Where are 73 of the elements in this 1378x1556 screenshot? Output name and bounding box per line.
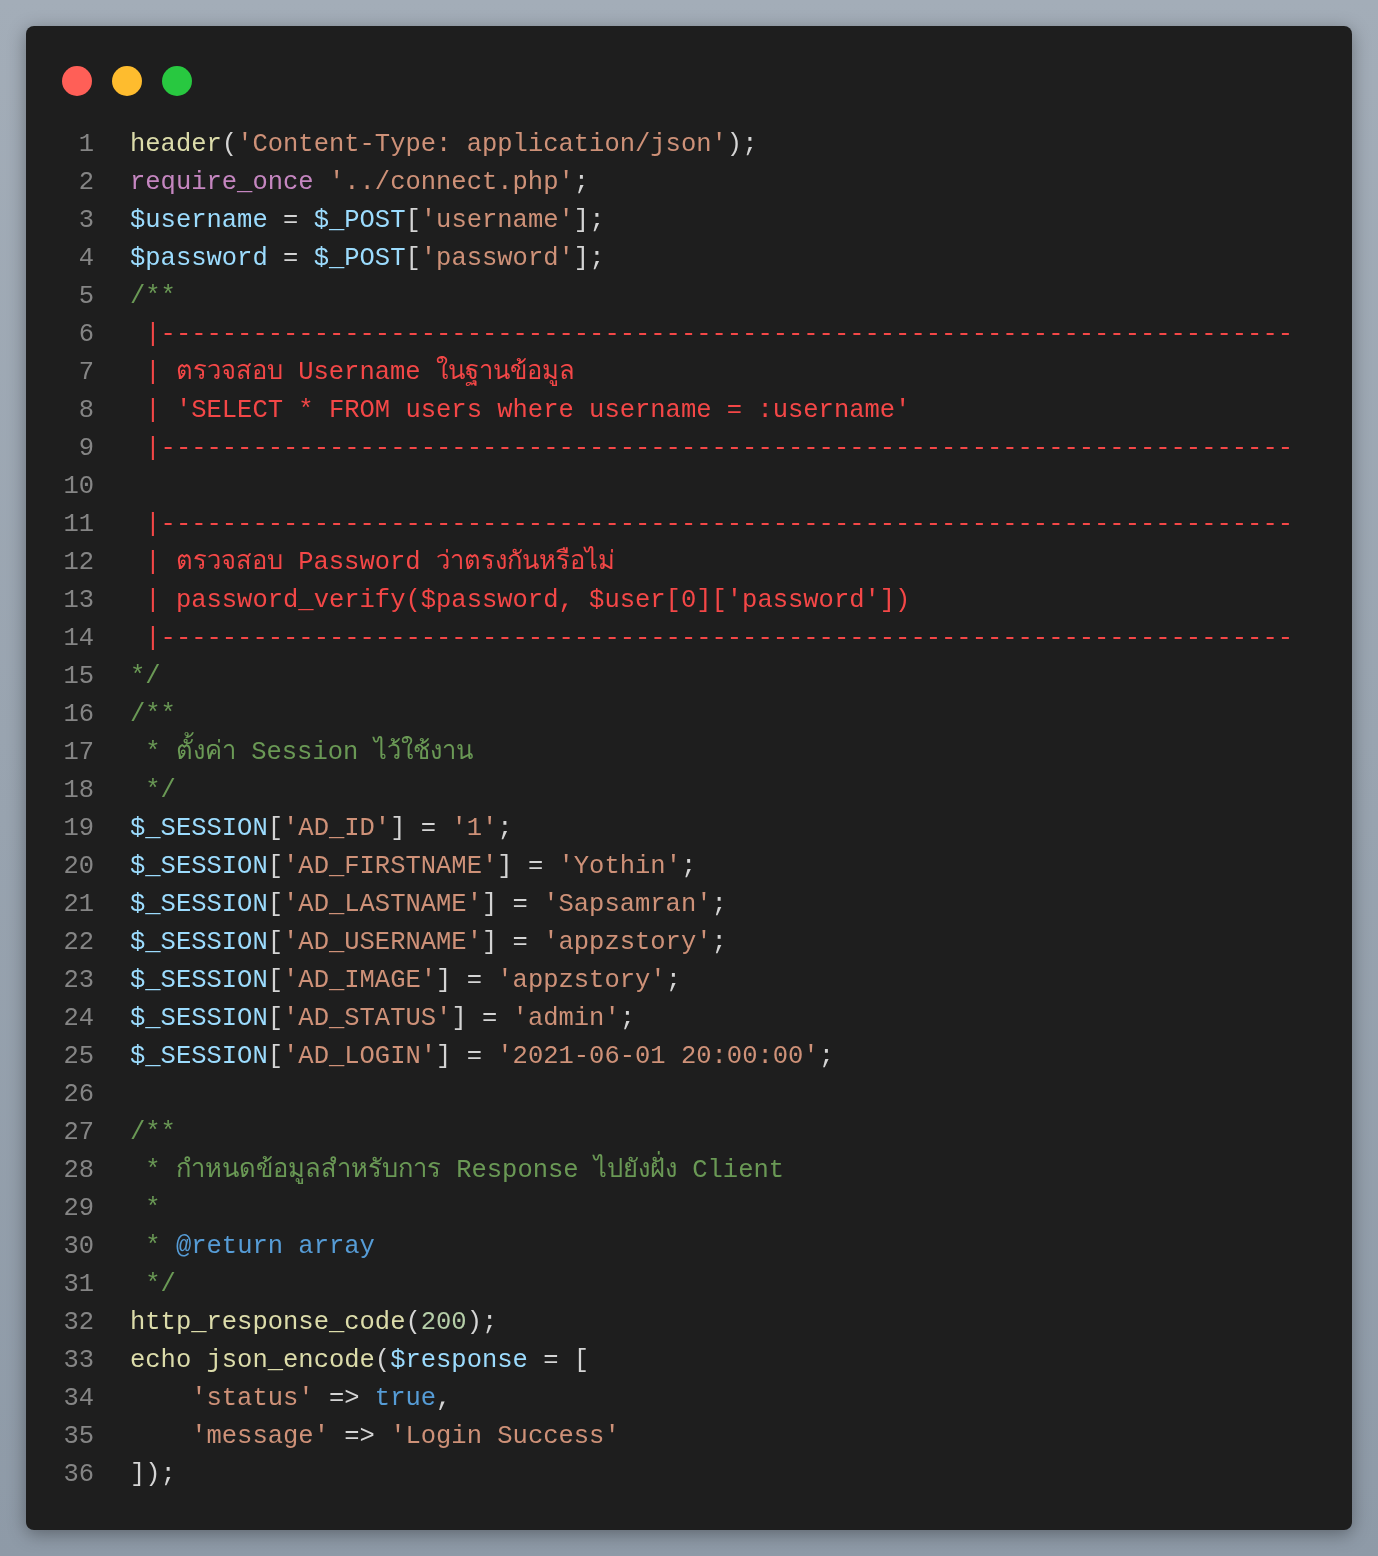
line-number: 6: [77, 319, 94, 351]
line-number: 24: [62, 1003, 94, 1035]
line-number: 30: [62, 1231, 94, 1263]
line-number: 22: [62, 927, 94, 959]
code-line: $_SESSION['AD_ID'] = '1';: [130, 813, 513, 845]
line-number: 15: [62, 661, 94, 693]
line-number: 28: [62, 1155, 94, 1187]
code-line: * กำหนดข้อมูลสำหรับการ Response ไปยังฝั่ง Client: [130, 1152, 785, 1190]
code-line: echo json_encode($response = [: [130, 1345, 590, 1377]
line-number: 11: [62, 509, 94, 541]
line-number: 31: [62, 1269, 94, 1301]
code-line: require_once '../connect.php';: [130, 167, 590, 199]
line-number: 14: [62, 623, 94, 655]
window-control-dot[interactable]: [162, 66, 192, 96]
code-line: 'message' => 'Login Success': [190, 1421, 620, 1453]
code-line: $_SESSION['AD_IMAGE'] = 'appzstory';: [130, 965, 681, 997]
line-number: 9: [77, 433, 94, 465]
code-line: | password_verify($password, $user[0]['password']): [144, 585, 911, 617]
code-line: */: [144, 1269, 176, 1301]
code-line: | ตรวจสอบ Password ว่าตรงกันหรือไม่: [144, 545, 615, 579]
code-line: */: [144, 775, 176, 807]
code-line: ]);: [130, 1459, 176, 1491]
code-line: /**: [130, 281, 176, 313]
line-number: 32: [62, 1307, 94, 1339]
line-number: 8: [77, 395, 94, 427]
line-number: 35: [62, 1421, 94, 1453]
code-line: $password = $_POST['password'];: [130, 243, 605, 275]
code-line: |--------------------------------------------------------------------------: [144, 623, 1293, 655]
line-number: 16: [62, 699, 94, 731]
line-number: 13: [62, 585, 94, 617]
code-line: |--------------------------------------------------------------------------: [144, 509, 1293, 541]
code-line: *: [144, 1193, 161, 1225]
line-number: 21: [62, 889, 94, 921]
code-line: header('Content-Type: application/json');: [130, 129, 758, 161]
line-number: 5: [77, 281, 94, 313]
line-number: 29: [62, 1193, 94, 1225]
line-number: 25: [62, 1041, 94, 1073]
line-number: 4: [77, 243, 94, 275]
code-line: $_SESSION['AD_STATUS'] = 'admin';: [130, 1003, 636, 1035]
code-line: $_SESSION['AD_LOGIN'] = '2021-06-01 20:00:00';: [130, 1041, 834, 1073]
line-number: 10: [62, 471, 94, 503]
code-line: 'status' => true,: [190, 1383, 452, 1415]
line-number: 27: [62, 1117, 94, 1149]
line-number: 20: [62, 851, 94, 883]
code-line: http_response_code(200);: [130, 1307, 498, 1339]
line-number: 7: [77, 357, 94, 389]
line-number: 17: [62, 737, 94, 769]
line-number: 19: [62, 813, 94, 845]
line-number: 12: [62, 547, 94, 579]
line-number: 26: [62, 1079, 94, 1111]
line-number: 1: [77, 129, 94, 161]
line-number: 36: [62, 1459, 94, 1491]
window-control-dot[interactable]: [112, 66, 142, 96]
line-number: 2: [77, 167, 94, 199]
code-line: $_SESSION['AD_USERNAME'] = 'appzstory';: [130, 927, 727, 959]
code-line: * @return array: [144, 1231, 375, 1263]
code-line: /**: [130, 699, 176, 731]
code-line: |--------------------------------------------------------------------------: [144, 319, 1293, 351]
code-line: $_SESSION['AD_FIRSTNAME'] = 'Yothin';: [130, 851, 697, 883]
code-line: | ตรวจสอบ Username ในฐานข้อมูล: [144, 355, 575, 389]
line-number: 34: [62, 1383, 94, 1415]
line-number: 18: [62, 775, 94, 807]
line-number: 33: [62, 1345, 94, 1377]
code-line: /**: [130, 1117, 176, 1149]
code-line: */: [130, 661, 161, 693]
code-line: | 'SELECT * FROM users where username = :username': [144, 395, 911, 427]
code-line: |--------------------------------------------------------------------------: [144, 433, 1293, 465]
line-number: 23: [62, 965, 94, 997]
window-control-dot[interactable]: [62, 66, 92, 96]
line-number: 3: [77, 205, 94, 237]
code-line: * ตั้งค่า Session ไว้ใช้งาน: [130, 734, 473, 772]
code-line: $username = $_POST['username'];: [130, 205, 605, 237]
code-line: $_SESSION['AD_LASTNAME'] = 'Sapsamran';: [130, 889, 727, 921]
